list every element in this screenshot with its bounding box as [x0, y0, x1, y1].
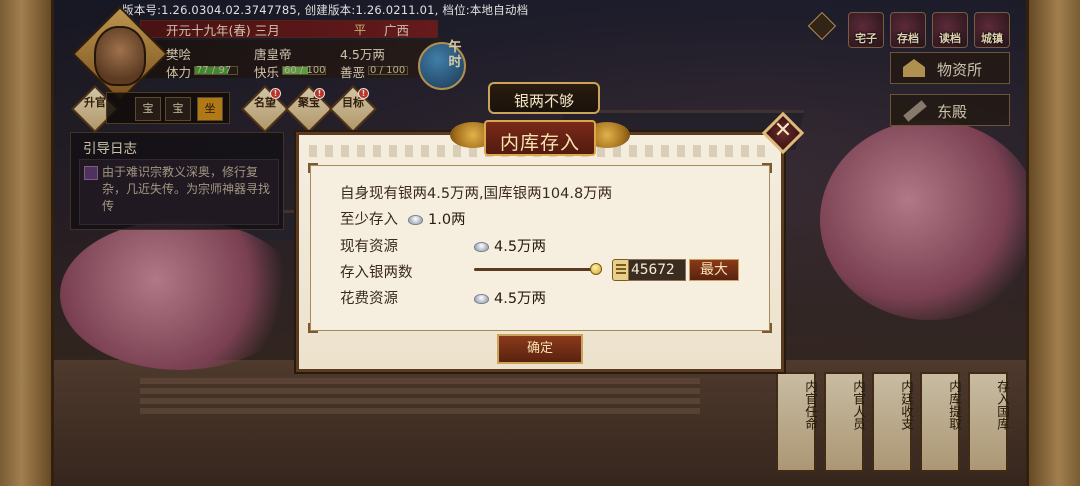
frame-corner — [762, 163, 772, 173]
silver-ingot-icon — [408, 215, 423, 225]
frame-corner — [308, 323, 318, 333]
silver-ingot-icon — [474, 242, 489, 252]
close-button[interactable]: ✕ — [761, 111, 805, 155]
frame-corner — [308, 163, 318, 173]
confirm-button[interactable]: 确定 — [497, 334, 583, 364]
min-deposit-value: 1.0两 — [428, 212, 466, 228]
current-resource-value: 4.5万两 — [494, 239, 547, 255]
insufficient-silver-toast: 银两不够 — [488, 82, 600, 114]
silver-summary: 自身现有银两4.5万两,国库银两104.8万两 — [340, 186, 613, 202]
cost-resource-label: 花费资源 — [340, 291, 398, 307]
deposit-amount-label: 存入银两数 — [340, 265, 413, 281]
deposit-slider-handle[interactable] — [590, 263, 602, 275]
max-button[interactable]: 最大 — [689, 259, 739, 281]
current-resource-row: 4.5万两 — [474, 235, 546, 256]
cost-resource-row: 4.5万两 — [474, 287, 546, 308]
deposit-slider[interactable] — [474, 263, 602, 275]
deposit-amount-input[interactable]: 45672 — [628, 259, 686, 281]
title-plate: 内库存入 — [484, 120, 596, 156]
frame-corner — [762, 323, 772, 333]
current-resource-label: 现有资源 — [340, 239, 398, 255]
toast-message: 银两不够 — [513, 92, 574, 110]
close-icon: ✕ — [773, 118, 793, 143]
min-deposit-value-row: 1.0两 — [408, 208, 466, 229]
dialog-title-banner: 内库存入 — [450, 112, 630, 156]
cost-resource-value: 4.5万两 — [494, 291, 547, 307]
dialog-title: 内库存入 — [499, 132, 580, 154]
min-deposit-label: 至少存入 — [340, 212, 398, 228]
silver-ingot-icon — [474, 294, 489, 304]
